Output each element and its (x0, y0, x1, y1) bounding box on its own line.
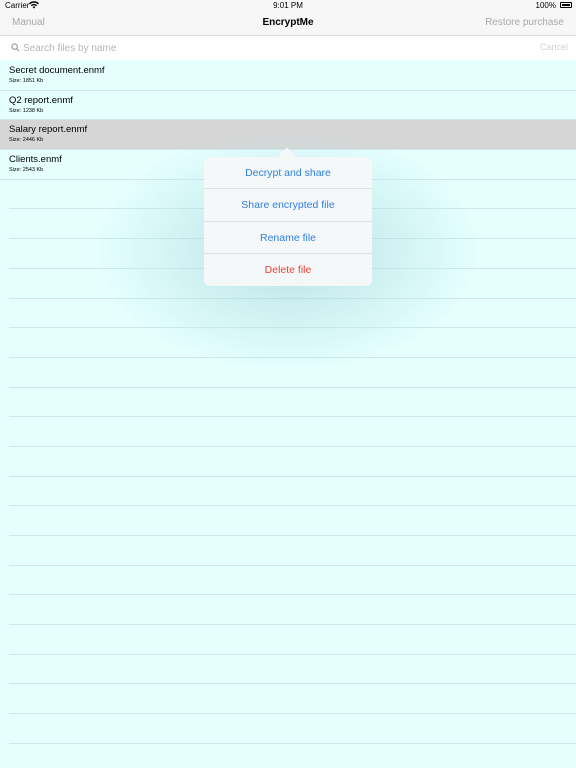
empty-row (9, 388, 576, 418)
empty-row (9, 477, 576, 507)
empty-row (9, 566, 576, 596)
file-name: Q2 report.enmf (9, 94, 73, 106)
status-bar: Carrier 9:01 PM 100% (0, 0, 576, 12)
empty-row (9, 328, 576, 358)
empty-row (9, 417, 576, 447)
file-size: Size: 2446 Kb (9, 137, 44, 144)
file-name: Secret document.enmf (9, 65, 105, 76)
search-input[interactable] (23, 41, 503, 55)
empty-row (9, 684, 576, 715)
battery-percentage: 100% (535, 1, 556, 10)
search-bar: Cancel (0, 36, 576, 60)
share-encrypted-file-button[interactable]: Share encrypted file (204, 189, 372, 222)
empty-row (9, 655, 576, 685)
empty-row (9, 299, 576, 329)
navigation-bar: Manual EncryptMe Restore purchase (0, 12, 576, 36)
rename-file-button[interactable]: Rename file (204, 222, 372, 254)
delete-file-button[interactable]: Delete file (204, 254, 372, 286)
empty-row (9, 358, 576, 388)
decrypt-and-share-button[interactable]: Decrypt and share (204, 157, 372, 190)
file-actions-popover: Decrypt and share Share encrypted file R… (204, 157, 372, 286)
file-row-q2-report[interactable]: Q2 report.enmf Size: 1238 Kb (0, 91, 576, 121)
restore-purchase-button[interactable]: Restore purchase (485, 17, 564, 28)
battery-icon (560, 2, 572, 8)
file-row-secret-document[interactable]: Secret document.enmf Size: 1851 Kb (0, 61, 576, 91)
empty-row (9, 536, 576, 566)
empty-row (9, 506, 576, 536)
empty-row (9, 625, 576, 655)
file-size: Size: 1851 Kb (9, 78, 44, 84)
empty-row (9, 447, 576, 477)
file-row-salary-report[interactable]: Salary report.enmf Size: 2446 Kb (0, 120, 576, 151)
empty-row (9, 714, 576, 744)
app-screen: Carrier 9:01 PM 100% Manual EncryptMe Re… (0, 0, 576, 768)
clock: 9:01 PM (273, 1, 303, 10)
empty-row (9, 595, 576, 626)
empty-row (9, 744, 576, 768)
file-size: Size: 1238 Kb (9, 107, 44, 114)
file-size: Size: 2543 Kb (9, 167, 44, 174)
search-icon (11, 43, 20, 52)
file-name: Clients.enmf (9, 154, 62, 166)
cancel-button[interactable]: Cancel (540, 42, 568, 52)
file-name: Salary report.enmf (9, 124, 88, 136)
